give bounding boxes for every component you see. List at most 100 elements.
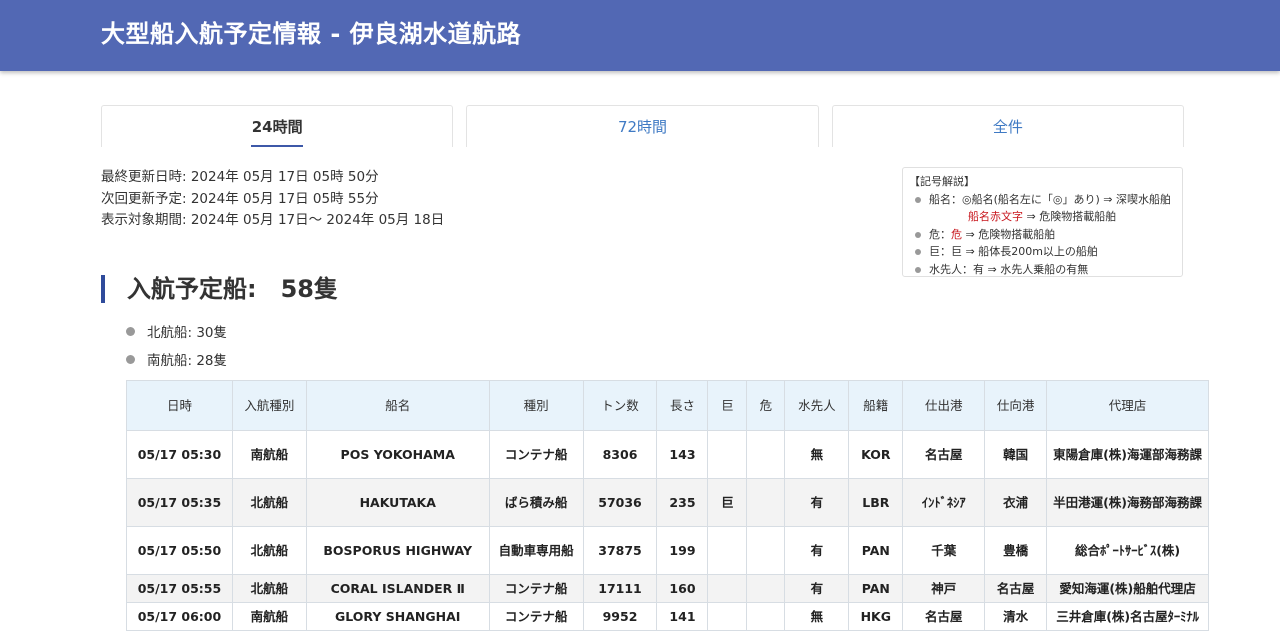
cell-tonnage: 9952: [582, 602, 658, 631]
bullet-icon: [915, 249, 921, 255]
col-header-departure-port: 仕出港: [902, 380, 986, 431]
page-header: 大型船入航予定情報 - 伊良湖水道航路: [0, 0, 1280, 71]
cell-entry-type: 南航船: [231, 430, 307, 479]
cell-ship-type: 自動車専用船: [488, 526, 584, 575]
cell-ship-name: CORAL ISLANDER Ⅱ: [305, 574, 490, 603]
legend-line: 水先人：有 ⇒ 水先人乗船の有無: [929, 262, 1089, 276]
col-header-flag: 船籍: [848, 380, 904, 431]
tab-24h[interactable]: 24時間: [101, 105, 454, 147]
cell-departure-port: 名古屋: [902, 602, 986, 631]
cell-entry-type: 北航船: [231, 526, 307, 575]
col-header-large: 巨: [707, 380, 748, 431]
cell-tonnage: 57036: [582, 478, 658, 527]
symbol-legend: 【記号解説】 船名：◎船名(船名左に「◎」あり) ⇒ 深喫水船舶 船名赤文字 ⇒…: [902, 167, 1183, 277]
direction-counts: 北航船: 30隻 南航船: 28隻: [126, 317, 227, 373]
col-header-tonnage: トン数: [582, 380, 658, 431]
cell-datetime: 05/17 05:30: [126, 430, 233, 479]
cell-tonnage: 8306: [582, 430, 658, 479]
cell-tonnage: 37875: [582, 526, 658, 575]
cell-large: [707, 574, 748, 603]
cell-datetime: 05/17 06:00: [126, 602, 233, 631]
cell-datetime: 05/17 05:55: [126, 574, 233, 603]
cell-ship-name: GLORY SHANGHAI: [305, 602, 490, 631]
col-header-agent: 代理店: [1046, 380, 1209, 431]
cell-hazard: [746, 478, 786, 527]
period-tabs: 24時間 72時間 全件: [101, 105, 1184, 147]
cell-large: [707, 430, 748, 479]
col-header-length: 長さ: [656, 380, 709, 431]
update-info: 最終更新日時: 2024年 05月 17日 05時 50分 次回更新予定: 20…: [101, 167, 444, 232]
cell-ship-name: HAKUTAKA: [305, 478, 490, 527]
page-title: 大型船入航予定情報 - 伊良湖水道航路: [101, 20, 522, 48]
cell-departure-port: 名古屋: [902, 430, 986, 479]
cell-destination-port: 清水: [984, 602, 1048, 631]
legend-line: ⇒ 危険物搭載船舶: [1023, 210, 1117, 223]
cell-destination-port: 衣浦: [984, 478, 1048, 527]
cell-flag: PAN: [848, 574, 904, 603]
cell-length: 199: [656, 526, 709, 575]
cell-flag: HKG: [848, 602, 904, 631]
north-count: 北航船: 30隻: [147, 325, 228, 341]
table-row: 05/17 05:35 北航船 HAKUTAKA ばら積み船 57036 235…: [126, 478, 1209, 527]
last-updated: 最終更新日時: 2024年 05月 17日 05時 50分: [101, 169, 379, 185]
cell-ship-type: コンテナ船: [488, 430, 584, 479]
legend-line: 巨：巨 ⇒ 船体長200m以上の船舶: [929, 245, 1098, 258]
cell-destination-port: 名古屋: [984, 574, 1048, 603]
cell-departure-port: 神戸: [902, 574, 986, 603]
cell-hazard: [746, 574, 786, 603]
table-header-row: 日時 入航種別 船名 種別 トン数 長さ 巨 危 水先人 船籍 仕出港 仕向港 …: [126, 380, 1209, 431]
cell-length: 141: [656, 602, 709, 631]
legend-title: 【記号解説】: [909, 175, 975, 188]
cell-agent: 三井倉庫(株)名古屋ﾀｰﾐﾅﾙ: [1046, 602, 1209, 631]
col-header-ship-type: 種別: [488, 380, 584, 431]
bullet-icon: [126, 354, 135, 364]
cell-departure-port: 千葉: [902, 526, 986, 575]
col-header-datetime: 日時: [126, 380, 233, 431]
cell-large: 巨: [707, 478, 748, 527]
cell-flag: LBR: [848, 478, 904, 527]
cell-agent: 半田港運(株)海務部海務課: [1046, 478, 1209, 527]
cell-large: [707, 526, 748, 575]
col-header-entry-type: 入航種別: [231, 380, 307, 431]
col-header-ship-name: 船名: [305, 380, 490, 431]
cell-pilot: 有: [784, 478, 850, 527]
legend-red-text: 船名赤文字: [968, 210, 1023, 223]
cell-ship-type: ばら積み船: [488, 478, 584, 527]
tab-all[interactable]: 全件: [831, 105, 1184, 147]
cell-pilot: 有: [784, 526, 850, 575]
cell-agent: 総合ﾎﾟｰﾄｻｰﾋﾞｽ(株): [1046, 526, 1209, 575]
col-header-hazard: 危: [746, 380, 786, 431]
cell-flag: KOR: [848, 430, 904, 479]
cell-ship-name: POS YOKOHAMA: [305, 430, 490, 479]
tab-72h[interactable]: 72時間: [466, 105, 819, 147]
bullet-icon: [126, 326, 135, 336]
cell-length: 160: [656, 574, 709, 603]
cell-flag: PAN: [848, 526, 904, 575]
cell-datetime: 05/17 05:35: [126, 478, 233, 527]
cell-datetime: 05/17 05:50: [126, 526, 233, 575]
cell-agent: 愛知海運(株)船舶代理店: [1046, 574, 1209, 603]
table-row: 05/17 05:50 北航船 BOSPORUS HIGHWAY 自動車専用船 …: [126, 526, 1209, 575]
cell-ship-name: BOSPORUS HIGHWAY: [305, 526, 490, 575]
cell-pilot: 無: [784, 430, 850, 479]
cell-agent: 東陽倉庫(株)海運部海務課: [1046, 430, 1209, 479]
table-row: 05/17 05:55 北航船 CORAL ISLANDER Ⅱ コンテナ船 1…: [126, 574, 1209, 603]
cell-ship-type: コンテナ船: [488, 602, 584, 631]
cell-hazard: [746, 602, 786, 631]
col-header-destination-port: 仕向港: [984, 380, 1048, 431]
south-count: 南航船: 28隻: [147, 353, 228, 369]
cell-entry-type: 南航船: [231, 602, 307, 631]
cell-pilot: 有: [784, 574, 850, 603]
cell-tonnage: 17111: [582, 574, 658, 603]
section-title: 入航予定船: 58隻: [101, 275, 338, 303]
cell-pilot: 無: [784, 602, 850, 631]
cell-large: [707, 602, 748, 631]
cell-hazard: [746, 526, 786, 575]
cell-destination-port: 豊橋: [984, 526, 1048, 575]
legend-line: 船名：◎船名(船名左に「◎」あり) ⇒ 深喫水船舶: [929, 192, 1171, 206]
col-header-pilot: 水先人: [784, 380, 850, 431]
cell-destination-port: 韓国: [984, 430, 1048, 479]
legend-line: ⇒ 危険物搭載船舶: [962, 227, 1056, 241]
cell-ship-type: コンテナ船: [488, 574, 584, 603]
table-row: 05/17 05:30 南航船 POS YOKOHAMA コンテナ船 8306 …: [126, 430, 1209, 479]
